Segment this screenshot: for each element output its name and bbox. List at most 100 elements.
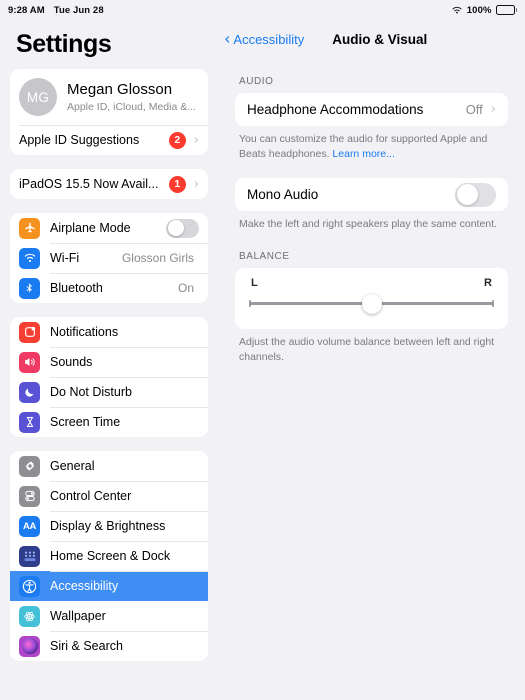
sidebar-item-label: Wi-Fi bbox=[50, 251, 80, 265]
home-screen-dock-icon bbox=[19, 545, 40, 567]
apple-id-suggestions-label: Apple ID Suggestions bbox=[19, 133, 140, 147]
settings-sidebar[interactable]: Settings MG Megan Glosson Apple ID, iClo… bbox=[0, 20, 218, 700]
sidebar-item-notifications[interactable]: Notifications bbox=[10, 317, 208, 347]
account-profile-row[interactable]: MG Megan Glosson Apple ID, iCloud, Media… bbox=[10, 69, 208, 125]
status-time: 9:28 AM bbox=[8, 4, 45, 16]
display-brightness-icon: AA bbox=[19, 515, 40, 537]
sidebar-group-notifications: Notifications Sounds Do Not Disturb Scre… bbox=[10, 317, 208, 437]
status-bar-right: 100% bbox=[451, 5, 517, 16]
detail-title: Audio & Visual bbox=[332, 31, 428, 47]
audio-section-header: AUDIO bbox=[239, 76, 274, 87]
headphone-accommodations-card: Headphone Accommodations Off › bbox=[235, 93, 508, 126]
wallpaper-icon bbox=[19, 605, 40, 627]
sidebar-item-airplane-mode[interactable]: Airplane Mode bbox=[10, 213, 208, 243]
wifi-icon bbox=[19, 247, 40, 269]
mono-audio-row[interactable]: Mono Audio bbox=[235, 178, 508, 211]
back-button[interactable]: ‹ Accessibility bbox=[224, 31, 304, 47]
headphone-accommodations-row[interactable]: Headphone Accommodations Off › bbox=[235, 93, 508, 126]
sidebar-item-label: Notifications bbox=[50, 325, 119, 339]
software-update-badge: 1 bbox=[168, 175, 186, 193]
status-bar-left: 9:28 AM Tue Jun 28 bbox=[8, 5, 104, 16]
page-title: Settings bbox=[16, 30, 112, 58]
wifi-icon bbox=[451, 5, 463, 15]
accessibility-icon bbox=[19, 575, 40, 597]
sidebar-item-control-center[interactable]: Control Center bbox=[10, 481, 208, 511]
sidebar-item-label: Do Not Disturb bbox=[50, 385, 132, 399]
balance-left-label: L bbox=[251, 276, 258, 289]
sidebar-group-system: General Control Center AA Display & Brig… bbox=[10, 451, 208, 661]
account-card: MG Megan Glosson Apple ID, iCloud, Media… bbox=[10, 69, 208, 155]
chevron-right-icon: › bbox=[193, 132, 199, 148]
sidebar-item-label: Control Center bbox=[50, 489, 132, 503]
chevron-left-icon: ‹ bbox=[224, 29, 231, 48]
software-update-label: iPadOS 15.5 Now Avail... bbox=[19, 177, 159, 191]
detail-pane: ‹ Accessibility Audio & Visual AUDIO Hea… bbox=[218, 20, 525, 700]
gear-icon bbox=[19, 455, 40, 477]
chevron-right-icon: › bbox=[490, 102, 496, 117]
sidebar-item-label: Siri & Search bbox=[50, 639, 123, 653]
control-center-icon bbox=[19, 485, 40, 507]
software-update-card: iPadOS 15.5 Now Avail... 1 › bbox=[10, 169, 208, 199]
balance-slider[interactable] bbox=[247, 293, 496, 315]
balance-section-header: BALANCE bbox=[239, 250, 290, 262]
learn-more-link[interactable]: Learn more... bbox=[332, 148, 394, 160]
sounds-icon bbox=[19, 351, 40, 373]
balance-right-label: R bbox=[484, 276, 492, 289]
balance-tick-right bbox=[492, 300, 494, 308]
avatar: MG bbox=[19, 78, 57, 116]
sidebar-item-accessibility[interactable]: Accessibility bbox=[10, 571, 208, 601]
moon-icon bbox=[19, 381, 40, 403]
sidebar-item-do-not-disturb[interactable]: Do Not Disturb bbox=[10, 377, 208, 407]
account-text: Megan Glosson Apple ID, iCloud, Media &.… bbox=[67, 81, 196, 112]
balance-tick-left bbox=[249, 300, 251, 308]
headphone-accommodations-footnote: You can customize the audio for supporte… bbox=[235, 126, 508, 162]
ipad-settings-screen: 9:28 AM Tue Jun 28 100% Settings MG Mega… bbox=[0, 0, 525, 700]
sidebar-item-label: Sounds bbox=[50, 355, 93, 369]
bluetooth-icon bbox=[19, 277, 40, 299]
airplane-icon bbox=[19, 217, 40, 239]
sidebar-item-label: Wallpaper bbox=[50, 609, 106, 623]
battery-full-icon bbox=[495, 5, 517, 15]
balance-footnote: Adjust the audio volume balance between … bbox=[239, 335, 495, 363]
airplane-mode-toggle[interactable] bbox=[166, 218, 199, 238]
sidebar-item-home-screen-dock[interactable]: Home Screen & Dock bbox=[10, 541, 208, 571]
wifi-network-value: Glosson Girls bbox=[121, 251, 194, 265]
siri-icon bbox=[19, 635, 40, 657]
headphone-accommodations-value: Off bbox=[465, 102, 483, 117]
sidebar-item-wallpaper[interactable]: Wallpaper bbox=[10, 601, 208, 631]
headphone-accommodations-label: Headphone Accommodations bbox=[247, 102, 424, 117]
sidebar-item-label: Screen Time bbox=[50, 415, 121, 429]
notifications-icon bbox=[19, 321, 40, 343]
sidebar-item-bluetooth[interactable]: Bluetooth On bbox=[10, 273, 208, 303]
split-view: Settings MG Megan Glosson Apple ID, iClo… bbox=[0, 20, 525, 700]
sidebar-item-label: General bbox=[50, 459, 95, 473]
detail-content: AUDIO Headphone Accommodations Off › You… bbox=[218, 58, 525, 365]
balance-card: L R bbox=[235, 267, 508, 329]
mono-audio-label: Mono Audio bbox=[247, 187, 319, 203]
account-name: Megan Glosson bbox=[67, 81, 173, 99]
back-button-label: Accessibility bbox=[233, 31, 305, 47]
sidebar-item-wifi[interactable]: Wi-Fi Glosson Girls bbox=[10, 243, 208, 273]
sidebar-item-label: Home Screen & Dock bbox=[50, 549, 171, 563]
detail-navigation-bar: ‹ Accessibility Audio & Visual bbox=[218, 20, 525, 58]
sidebar-item-label: Airplane Mode bbox=[50, 221, 131, 235]
sidebar-item-sounds[interactable]: Sounds bbox=[10, 347, 208, 377]
sidebar-item-display-brightness[interactable]: AA Display & Brightness bbox=[10, 511, 208, 541]
balance-slider-thumb[interactable] bbox=[361, 293, 382, 314]
sidebar-item-label: Bluetooth bbox=[50, 281, 103, 295]
sidebar-item-general[interactable]: General bbox=[10, 451, 208, 481]
status-date: Tue Jun 28 bbox=[53, 4, 104, 16]
mono-audio-footnote: Make the left and right speakers play th… bbox=[239, 218, 497, 231]
bluetooth-state-value: On bbox=[177, 281, 194, 295]
hourglass-icon bbox=[19, 411, 40, 433]
mono-audio-toggle[interactable] bbox=[455, 182, 496, 207]
sidebar-group-connectivity: Airplane Mode Wi-Fi Glosson Girls Blueto… bbox=[10, 213, 208, 303]
sidebar-item-siri-search[interactable]: Siri & Search bbox=[10, 631, 208, 661]
sidebar-item-screen-time[interactable]: Screen Time bbox=[10, 407, 208, 437]
status-bar: 9:28 AM Tue Jun 28 100% bbox=[0, 0, 525, 20]
chevron-right-icon: › bbox=[193, 176, 199, 192]
sidebar-item-software-update[interactable]: iPadOS 15.5 Now Avail... 1 › bbox=[10, 169, 208, 199]
account-subtitle: Apple ID, iCloud, Media &... bbox=[67, 100, 196, 113]
sidebar-item-apple-id-suggestions[interactable]: Apple ID Suggestions 2 › bbox=[10, 125, 208, 155]
sidebar-item-label: Display & Brightness bbox=[50, 519, 166, 533]
